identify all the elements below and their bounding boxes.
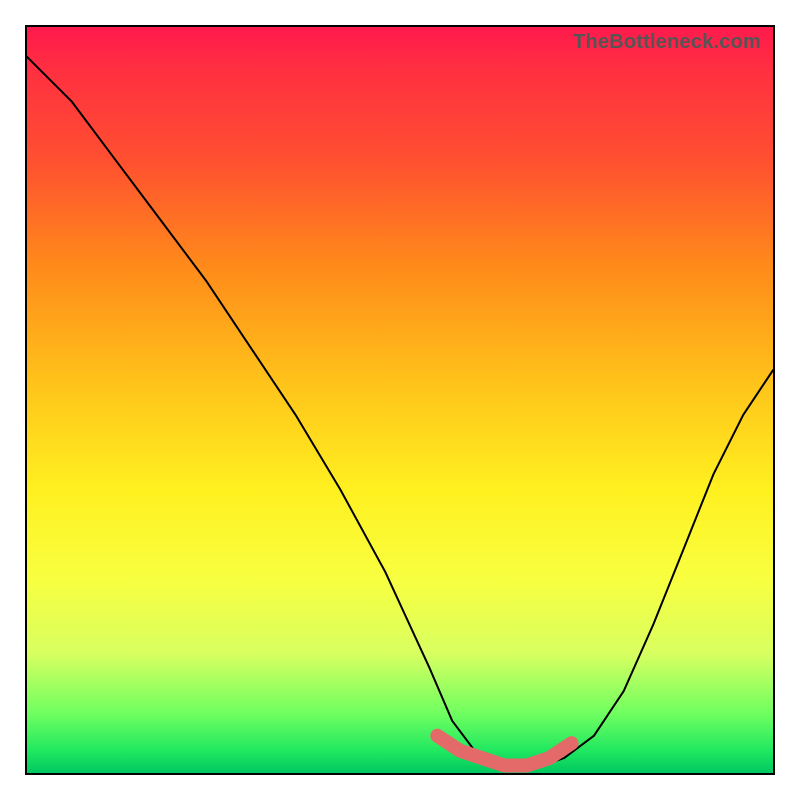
chart-background-gradient bbox=[27, 27, 773, 773]
chart-frame: TheBottleneck.com bbox=[25, 25, 775, 775]
watermark-text: TheBottleneck.com bbox=[573, 31, 761, 54]
